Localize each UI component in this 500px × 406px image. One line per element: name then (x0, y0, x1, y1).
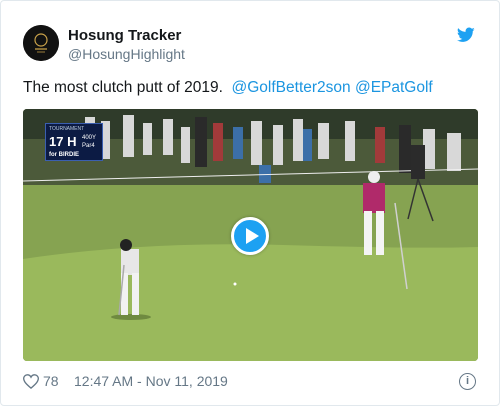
mention-link[interactable]: @GolfBetter2son (232, 79, 351, 96)
play-icon[interactable] (231, 217, 269, 255)
scorebug-par: Par4 (82, 143, 95, 149)
avatar[interactable] (23, 25, 59, 61)
scorebug-details: 400Y Par4 (82, 134, 96, 150)
tweet-card: Hosung Tracker @HosungHighlight The most… (0, 0, 500, 406)
scorebug-hole: 17 H (49, 134, 77, 149)
video-player[interactable]: TOURNAMENT 17 H 400Y Par4 for BIRDIE (23, 109, 478, 361)
twitter-bird-icon[interactable] (457, 27, 475, 43)
scorebug-subtitle: for BIRDIE (49, 152, 79, 158)
scorebug: TOURNAMENT 17 H 400Y Par4 for BIRDIE (45, 123, 103, 161)
scorebug-header: TOURNAMENT (49, 126, 85, 132)
tweet-text-body: The most clutch putt of 2019. (23, 79, 223, 96)
like-count[interactable]: 78 (43, 373, 59, 389)
user-handle[interactable]: @HosungHighlight (68, 46, 185, 62)
display-name[interactable]: Hosung Tracker (68, 27, 181, 44)
timestamp[interactable]: 12:47 AM - Nov 11, 2019 (74, 373, 228, 389)
scorebug-yardage: 400Y (82, 135, 97, 141)
mention-link[interactable]: @EPatGolf (355, 79, 433, 96)
heart-icon[interactable] (23, 374, 39, 389)
info-icon[interactable]: i (459, 373, 476, 390)
tweet-text: The most clutch putt of 2019. @GolfBette… (23, 79, 433, 97)
